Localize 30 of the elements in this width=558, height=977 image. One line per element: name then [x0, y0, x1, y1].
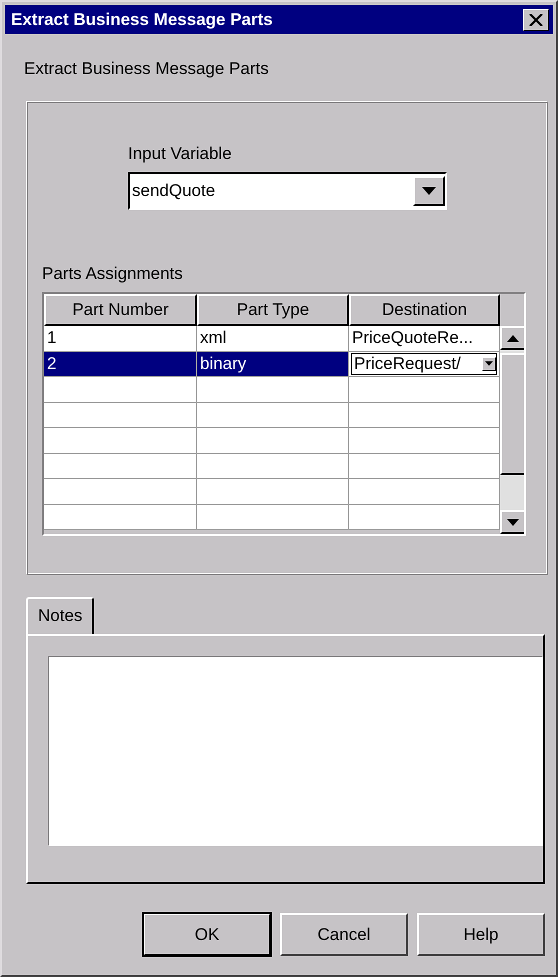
scrollbar[interactable]: [500, 326, 524, 534]
destination-dropdown[interactable]: PriceRequest/: [351, 352, 497, 375]
section-label: Parts Assignments: [42, 264, 183, 284]
up-arrow-icon: [507, 334, 519, 342]
dialog-heading: Extract Business Message Parts: [24, 59, 270, 79]
scroll-thumb[interactable]: [500, 353, 524, 475]
scroll-up-button[interactable]: [500, 326, 524, 350]
dropdown-value: sendQuote: [132, 181, 216, 201]
input-variable-dropdown[interactable]: sendQuote: [128, 172, 447, 210]
column-header[interactable]: Part Type: [197, 294, 349, 326]
down-arrow-icon: [507, 518, 519, 526]
notes-tab[interactable]: Notes: [26, 597, 94, 634]
dialog-button[interactable]: OK: [143, 913, 271, 956]
caret-icon: [422, 187, 436, 195]
table-cell: binary: [197, 352, 349, 377]
dropdown-button[interactable]: [413, 176, 445, 206]
dropdown-button[interactable]: [482, 356, 496, 371]
dialog-button[interactable]: Help: [417, 913, 545, 956]
table-cell: 2: [44, 352, 197, 377]
close-button[interactable]: [523, 8, 549, 30]
column-header[interactable]: Destination: [349, 294, 500, 326]
window-title: Extract Business Message Parts: [11, 10, 273, 30]
column-header[interactable]: Part Number: [44, 294, 197, 326]
scroll-down-button[interactable]: [500, 510, 524, 534]
caret-icon: [485, 361, 493, 366]
field-label: Input Variable: [128, 144, 232, 164]
dialog-button[interactable]: Cancel: [280, 913, 408, 956]
notes-field[interactable]: [48, 656, 543, 846]
close-icon: [529, 14, 543, 26]
dropdown-value: PriceRequest/: [354, 354, 461, 374]
